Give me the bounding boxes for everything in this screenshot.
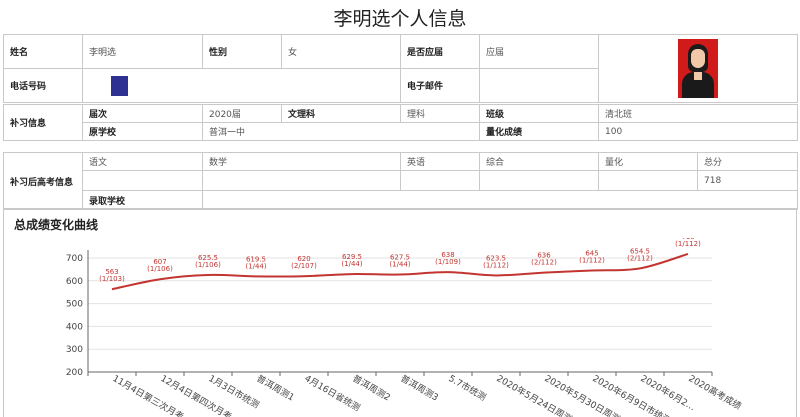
y-tick-label: 600 <box>66 277 83 287</box>
x-tick-label: 5.7市统测 <box>447 372 489 403</box>
score-english <box>400 170 481 191</box>
score-trend-chart: 20030040050060070011月4日第三次月考12月4日第四次月考1月… <box>66 238 744 417</box>
data-label: 636 (2/112) <box>531 252 557 267</box>
admitted-school-value <box>201 190 799 210</box>
subject-comprehensive-label: 综合 <box>479 152 600 171</box>
gender-value: 女 <box>281 34 401 69</box>
track-value: 理科 <box>400 104 480 123</box>
data-label: 607 (1/106) <box>147 258 173 273</box>
tutoring-info-table: 补习信息 届次 2020届 文理科 理科 班级 清北班 原学校 普洱一中 量化成… <box>3 104 798 141</box>
track-label: 文理科 <box>281 104 401 123</box>
y-tick-label: 400 <box>66 322 83 332</box>
data-label: 638 (1/109) <box>435 251 461 266</box>
page-title: 李明选个人信息 <box>333 8 467 30</box>
score-comprehensive <box>479 170 600 191</box>
subject-chinese-label: 语文 <box>82 152 203 171</box>
data-label: 620 (2/107) <box>291 255 317 270</box>
gender-label: 性别 <box>202 34 282 69</box>
x-tick-label: 普洱周测2 <box>351 372 393 403</box>
subject-english-label: 英语 <box>400 152 481 171</box>
score-math <box>201 170 402 191</box>
subject-quant-label: 量化 <box>598 152 699 171</box>
data-label: 627.5 (1/44) <box>389 254 410 269</box>
data-label: 623.5 (1/112) <box>483 254 509 269</box>
class-label: 班级 <box>479 104 599 123</box>
x-tick-label: 普洱周测3 <box>399 372 441 403</box>
data-label: 629.5 (1/44) <box>341 253 362 268</box>
tutoring-section-label: 补习信息 <box>3 104 83 141</box>
email-value <box>479 68 599 103</box>
name-label: 姓名 <box>3 34 83 69</box>
score-total: 718 <box>697 170 799 191</box>
data-label: 625.5 (1/106) <box>195 254 221 269</box>
data-label: 563 (1/103) <box>99 268 125 283</box>
photo-cell <box>598 34 798 103</box>
subject-math-label: 数学 <box>201 152 402 171</box>
admitted-school-label: 录取学校 <box>82 190 203 210</box>
phone-label: 电话号码 <box>3 68 83 103</box>
class-value: 清北班 <box>598 104 798 123</box>
quant-score-value: 100 <box>598 122 798 141</box>
y-tick-label: 200 <box>66 368 83 378</box>
y-tick-label: 700 <box>66 254 83 264</box>
name-value: 李明选 <box>82 34 203 69</box>
phone-redaction-block <box>111 75 128 96</box>
basic-info-table: 姓名 李明选 性别 女 是否应届 应届 电话号码 电子邮件 <box>3 34 798 103</box>
x-tick-label: 2020年5月24日周测 <box>495 372 575 417</box>
session-label: 届次 <box>82 104 203 123</box>
student-photo <box>678 39 718 98</box>
chart-section-border <box>3 208 797 209</box>
email-label: 电子邮件 <box>400 68 480 103</box>
exam-info-table: 补习后高考信息 语文 数学 英语 综合 量化 总分 加分 718 录取学校 <box>3 152 799 210</box>
quant-score-label: 量化成绩 <box>479 122 599 141</box>
x-tick-label: 普洱周测1 <box>255 372 297 403</box>
data-label: 718(1/112) <box>675 238 701 248</box>
fresh-graduate-value: 应届 <box>479 34 599 69</box>
chart-section-title: 总成绩变化曲线 <box>14 218 99 232</box>
data-label: 645 (1/112) <box>579 250 605 265</box>
fresh-graduate-label: 是否应届 <box>400 34 480 69</box>
y-tick-label: 300 <box>66 345 83 355</box>
exam-section-label: 补习后高考信息 <box>3 152 83 210</box>
former-school-label: 原学校 <box>82 122 203 141</box>
phone-value <box>82 68 401 103</box>
data-label: 619.5 (1/44) <box>245 255 266 270</box>
former-school-value: 普洱一中 <box>202 122 480 141</box>
score-quant <box>598 170 699 191</box>
y-tick-label: 500 <box>66 300 83 310</box>
session-value: 2020届 <box>202 104 282 123</box>
data-label: 654.5 (2/112) <box>627 247 653 262</box>
x-tick-label: 11月4日第三次月考 <box>111 372 186 417</box>
total-score-label: 总分 <box>697 152 799 171</box>
score-chinese <box>82 170 203 191</box>
